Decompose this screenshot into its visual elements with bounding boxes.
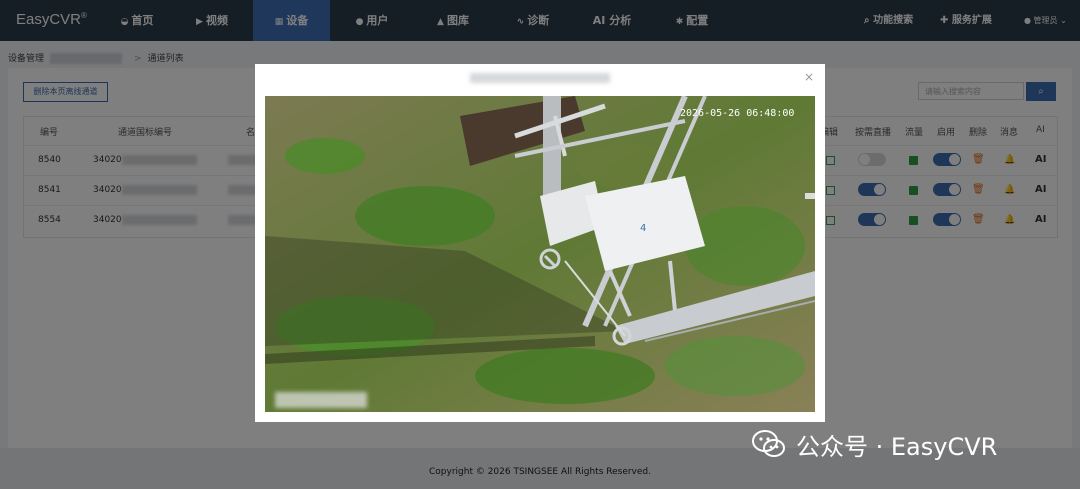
wechat-watermark: 公众号 · EasyCVR [752, 427, 997, 461]
watermark-text: 公众号 · EasyCVR [796, 432, 998, 461]
video-label-redacted [275, 392, 367, 408]
video-preview-modal: × 4 2026-05-26 06:48:00 [255, 64, 825, 422]
video-timestamp: 2026-05-26 06:48:00 [680, 108, 795, 119]
wechat-icon [752, 430, 785, 457]
close-icon[interactable]: × [804, 70, 814, 84]
video-player[interactable]: 4 2026-05-26 06:48:00 [265, 96, 815, 412]
svg-text:4: 4 [640, 223, 646, 234]
video-frame: 4 [265, 96, 815, 412]
modal-title-redacted [470, 73, 610, 83]
